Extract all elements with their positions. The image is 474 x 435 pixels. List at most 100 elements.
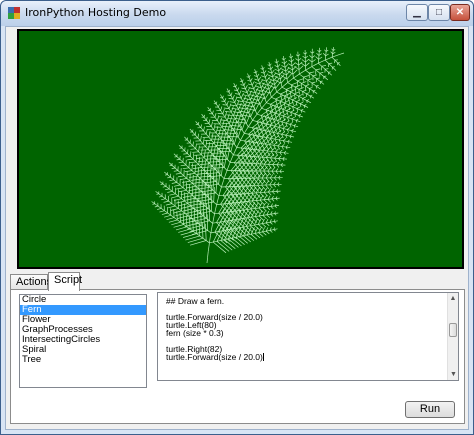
fern-stroke bbox=[229, 101, 235, 103]
fern-stroke bbox=[224, 129, 234, 131]
fern-stroke bbox=[211, 224, 213, 230]
fern-stroke bbox=[291, 82, 298, 86]
minimize-button[interactable]: ▁ bbox=[406, 4, 428, 21]
fern-stroke bbox=[276, 161, 280, 165]
fern-stroke bbox=[192, 141, 194, 146]
list-item-tree[interactable]: Tree bbox=[20, 355, 146, 365]
fern-stroke bbox=[313, 63, 318, 66]
fern-stroke bbox=[176, 200, 185, 204]
script-listbox[interactable]: Circle Fern Flower GraphProcesses Inters… bbox=[19, 294, 147, 388]
fern-stroke bbox=[255, 186, 261, 194]
fern-stroke bbox=[219, 136, 230, 138]
fern-stroke bbox=[182, 167, 189, 170]
fern-stroke bbox=[279, 149, 283, 153]
fern-stroke bbox=[220, 203, 232, 216]
fern-stroke bbox=[165, 174, 168, 176]
fern-stroke bbox=[328, 62, 333, 64]
fern-stroke bbox=[201, 222, 204, 239]
fern-stroke bbox=[267, 199, 272, 203]
scroll-up-icon[interactable]: ▲ bbox=[448, 293, 458, 304]
fern-stroke bbox=[307, 78, 313, 81]
fern-stroke bbox=[251, 192, 258, 200]
fern-stroke bbox=[230, 92, 233, 96]
fern-stroke bbox=[271, 69, 275, 74]
fern-stroke bbox=[312, 89, 316, 92]
fern-stroke bbox=[261, 172, 266, 179]
fern-stroke bbox=[316, 53, 320, 56]
fern-stroke bbox=[184, 170, 192, 172]
fern-stroke bbox=[246, 227, 252, 236]
fern-stroke bbox=[300, 62, 306, 67]
code-line: fern (size * 0.3) bbox=[166, 328, 224, 338]
maximize-icon: □ bbox=[435, 7, 443, 18]
editor-vertical-scrollbar[interactable]: ▲ ▼ bbox=[447, 293, 458, 380]
fern-stroke bbox=[167, 176, 171, 179]
fern-stroke bbox=[221, 180, 224, 186]
fern-stroke bbox=[267, 170, 272, 176]
fern-stroke bbox=[202, 137, 205, 144]
fern-stroke bbox=[200, 124, 202, 128]
fern-stroke bbox=[243, 82, 246, 86]
fern-stroke bbox=[204, 155, 214, 157]
fern-stroke bbox=[208, 240, 211, 247]
fern-stroke bbox=[220, 130, 224, 140]
fern-stroke bbox=[276, 60, 279, 64]
fern-stroke bbox=[291, 62, 296, 67]
fern-stroke bbox=[319, 72, 324, 74]
fern-stroke bbox=[270, 66, 274, 70]
close-button[interactable]: ✕ bbox=[450, 4, 470, 21]
fern-stroke bbox=[230, 229, 241, 238]
fern-stroke bbox=[229, 127, 233, 138]
fern-stroke bbox=[233, 132, 238, 145]
client-area: Actions Script Circle Fern Flower GraphP… bbox=[5, 26, 469, 430]
fern-stroke bbox=[278, 67, 282, 72]
fern-stroke bbox=[296, 106, 301, 109]
script-editor[interactable]: ## Draw a fern. turtle.Forward(size / 20… bbox=[157, 292, 459, 381]
fern-stroke bbox=[229, 116, 233, 124]
fern-stroke bbox=[265, 222, 270, 226]
fern-stroke bbox=[264, 101, 268, 106]
fern-stroke bbox=[309, 87, 313, 89]
fern-stroke bbox=[228, 89, 231, 93]
turtle-canvas[interactable] bbox=[17, 29, 464, 269]
fern-stroke bbox=[206, 214, 209, 231]
fern-stroke bbox=[166, 217, 175, 221]
fern-stroke bbox=[312, 74, 318, 77]
fern-stroke bbox=[339, 52, 345, 55]
fern-stroke bbox=[213, 123, 216, 130]
fern-stroke bbox=[258, 215, 264, 221]
fern-stroke bbox=[328, 56, 333, 60]
fern-stroke bbox=[208, 131, 211, 138]
fern-stroke bbox=[220, 139, 232, 142]
fern-stroke bbox=[212, 110, 214, 114]
fern-stroke bbox=[168, 205, 176, 209]
fern-stroke bbox=[218, 128, 221, 137]
fern-stroke bbox=[263, 70, 267, 74]
fern-stroke bbox=[302, 96, 306, 99]
fern-stroke bbox=[335, 53, 341, 57]
tab-actions[interactable]: Actions bbox=[10, 274, 52, 290]
fern-stroke bbox=[284, 95, 287, 103]
run-button[interactable]: Run bbox=[405, 401, 455, 418]
fern-stroke bbox=[178, 203, 188, 207]
fern-stroke bbox=[263, 159, 269, 165]
fern-stroke bbox=[303, 75, 310, 78]
fern-stroke bbox=[263, 192, 268, 197]
scroll-down-icon[interactable]: ▼ bbox=[448, 369, 458, 380]
fern-stroke bbox=[171, 195, 179, 199]
fern-stroke bbox=[208, 141, 211, 150]
fern-stroke bbox=[306, 92, 310, 95]
maximize-button[interactable]: □ bbox=[428, 4, 450, 21]
fern-stroke bbox=[165, 203, 172, 206]
scroll-thumb[interactable] bbox=[449, 323, 457, 337]
fern-stroke bbox=[213, 186, 215, 203]
fern-stroke bbox=[226, 100, 229, 106]
fern-stroke bbox=[269, 177, 274, 182]
title-bar[interactable]: IronPython Hosting Demo ▁ □ ✕ bbox=[1, 1, 473, 26]
fern-stroke bbox=[251, 81, 255, 86]
fern-stroke bbox=[190, 148, 196, 150]
fern-stroke bbox=[244, 101, 253, 104]
fern-stroke bbox=[273, 221, 276, 224]
tab-script[interactable]: Script bbox=[48, 272, 82, 291]
fern-stroke bbox=[171, 182, 177, 184]
